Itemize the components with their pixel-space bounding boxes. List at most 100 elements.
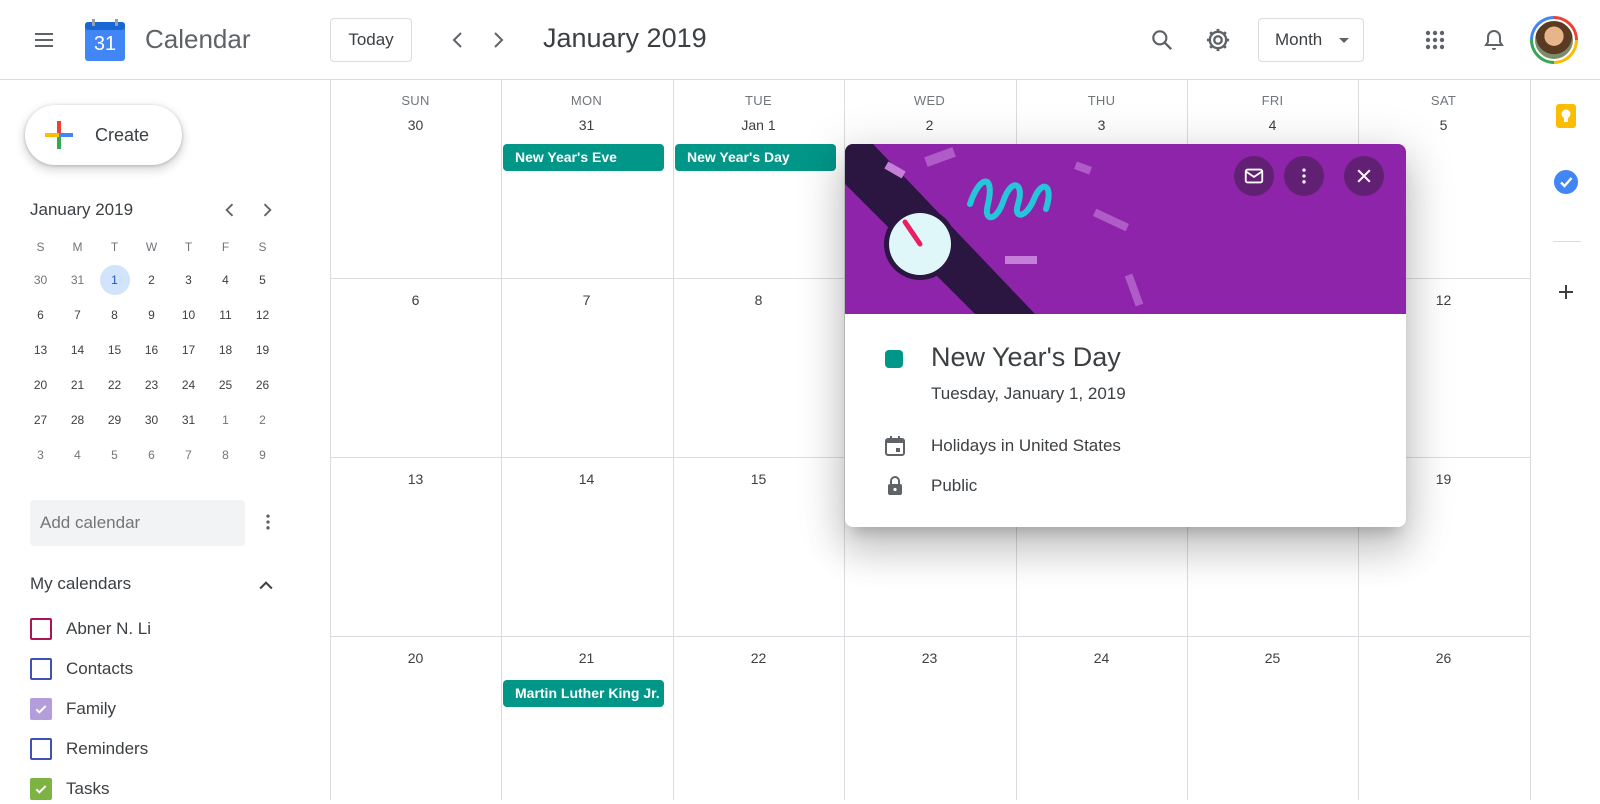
day-cell[interactable] [501,80,672,278]
mini-calendar-day[interactable]: 8 [96,297,133,332]
mini-calendar-day[interactable]: 29 [96,402,133,437]
mini-calendar-day[interactable]: 6 [22,297,59,332]
add-calendar-more-button[interactable] [254,508,282,536]
calendar-logo[interactable]: 31 [84,18,126,62]
mini-calendar-day[interactable]: 31 [59,262,96,297]
mini-calendar-day[interactable]: 7 [170,437,207,472]
get-addons-button[interactable] [1544,270,1588,314]
day-number[interactable]: 5 [1358,117,1529,133]
calendar-checkbox[interactable] [30,778,52,800]
mini-calendar-day[interactable]: 7 [59,297,96,332]
day-number[interactable]: 15 [673,471,844,487]
mini-calendar-day[interactable]: 21 [59,367,96,402]
account-avatar[interactable] [1530,16,1578,64]
mini-calendar-day[interactable]: 25 [207,367,244,402]
mini-calendar-day[interactable]: 26 [244,367,281,402]
mini-calendar-day[interactable]: 3 [170,262,207,297]
mini-calendar-day[interactable]: 18 [207,332,244,367]
mini-calendar-day[interactable]: 8 [207,437,244,472]
day-number[interactable]: 3 [1016,117,1187,133]
day-number[interactable]: 13 [330,471,501,487]
day-number[interactable]: 20 [330,650,501,666]
mini-calendar-day[interactable]: 4 [59,437,96,472]
day-number[interactable]: 2 [844,117,1015,133]
mini-calendar-day[interactable]: 15 [96,332,133,367]
mini-calendar-day[interactable]: 27 [22,402,59,437]
calendar-list-item[interactable]: Contacts [30,654,133,684]
day-number[interactable]: 30 [330,117,501,133]
mini-calendar-day[interactable]: 11 [207,297,244,332]
mini-calendar-day[interactable]: 2 [133,262,170,297]
day-number[interactable]: 4 [1187,117,1358,133]
mini-calendar-day[interactable]: 13 [22,332,59,367]
mini-calendar-day[interactable]: 24 [170,367,207,402]
mini-calendar-day[interactable]: 9 [133,297,170,332]
event-options-button[interactable] [1284,156,1324,196]
settings-button[interactable] [1196,18,1240,62]
day-cell[interactable] [673,80,844,278]
calendar-checkbox[interactable] [30,618,52,640]
calendar-checkbox[interactable] [30,738,52,760]
day-number[interactable]: 6 [330,292,501,308]
calendar-list-item[interactable]: Abner N. Li [30,614,151,644]
event-chip[interactable]: New Year's Day [675,144,836,171]
mini-calendar-day[interactable]: 12 [244,297,281,332]
mini-calendar-day[interactable]: 19 [244,332,281,367]
calendar-checkbox[interactable] [30,658,52,680]
my-calendars-collapse-button[interactable] [252,572,280,600]
view-selector[interactable]: Month [1258,18,1364,62]
day-number[interactable]: 24 [1016,650,1187,666]
mini-calendar-day[interactable]: 23 [133,367,170,402]
day-number[interactable]: 26 [1358,650,1529,666]
mini-calendar-day[interactable]: 4 [207,262,244,297]
day-number[interactable]: Jan 1 [673,117,844,133]
mini-calendar-day[interactable]: 17 [170,332,207,367]
mini-calendar-day[interactable]: 30 [22,262,59,297]
mini-calendar-day[interactable]: 1 [207,402,244,437]
mini-calendar-day[interactable]: 2 [244,402,281,437]
mini-calendar-day[interactable]: 28 [59,402,96,437]
close-popup-button[interactable] [1344,156,1384,196]
today-button[interactable]: Today [330,18,412,62]
create-button[interactable]: Create [25,105,182,165]
day-number[interactable]: 31 [501,117,672,133]
mini-calendar-day[interactable]: 9 [244,437,281,472]
event-chip[interactable]: New Year's Eve [503,144,664,171]
mini-calendar-day[interactable]: 30 [133,402,170,437]
day-cell[interactable] [330,80,501,278]
keep-button[interactable] [1544,94,1588,138]
day-number[interactable]: 22 [673,650,844,666]
notifications-button[interactable] [1472,18,1516,62]
event-chip[interactable]: Martin Luther King Jr. Day [503,680,664,707]
calendar-checkbox[interactable] [30,698,52,720]
mini-calendar-day[interactable]: 16 [133,332,170,367]
day-number[interactable]: 8 [673,292,844,308]
apps-button[interactable] [1413,18,1457,62]
mini-calendar-day[interactable]: 5 [244,262,281,297]
mini-calendar-prev-button[interactable] [216,196,244,224]
calendar-list-item[interactable]: Family [30,694,116,724]
day-number[interactable]: 23 [844,650,1015,666]
main-menu-button[interactable] [24,20,64,60]
mini-calendar-day[interactable]: 6 [133,437,170,472]
tasks-button[interactable] [1544,160,1588,204]
search-button[interactable] [1140,18,1184,62]
mini-calendar-day[interactable]: 5 [96,437,133,472]
mini-calendar-day[interactable]: 1 [96,262,133,297]
day-number[interactable]: 7 [501,292,672,308]
mini-calendar-next-button[interactable] [253,196,281,224]
day-number[interactable]: 21 [501,650,672,666]
mini-calendar-day[interactable]: 31 [170,402,207,437]
add-calendar-input[interactable] [30,500,245,546]
mini-calendar-day[interactable]: 10 [170,297,207,332]
mini-calendar-day[interactable]: 22 [96,367,133,402]
day-number[interactable]: 25 [1187,650,1358,666]
next-period-button[interactable] [478,20,518,60]
mini-calendar-day[interactable]: 3 [22,437,59,472]
day-number[interactable]: 14 [501,471,672,487]
mini-calendar-day[interactable]: 14 [59,332,96,367]
previous-period-button[interactable] [438,20,478,60]
calendar-list-item[interactable]: Reminders [30,734,148,764]
email-guests-button[interactable] [1234,156,1274,196]
mini-calendar-day[interactable]: 20 [22,367,59,402]
